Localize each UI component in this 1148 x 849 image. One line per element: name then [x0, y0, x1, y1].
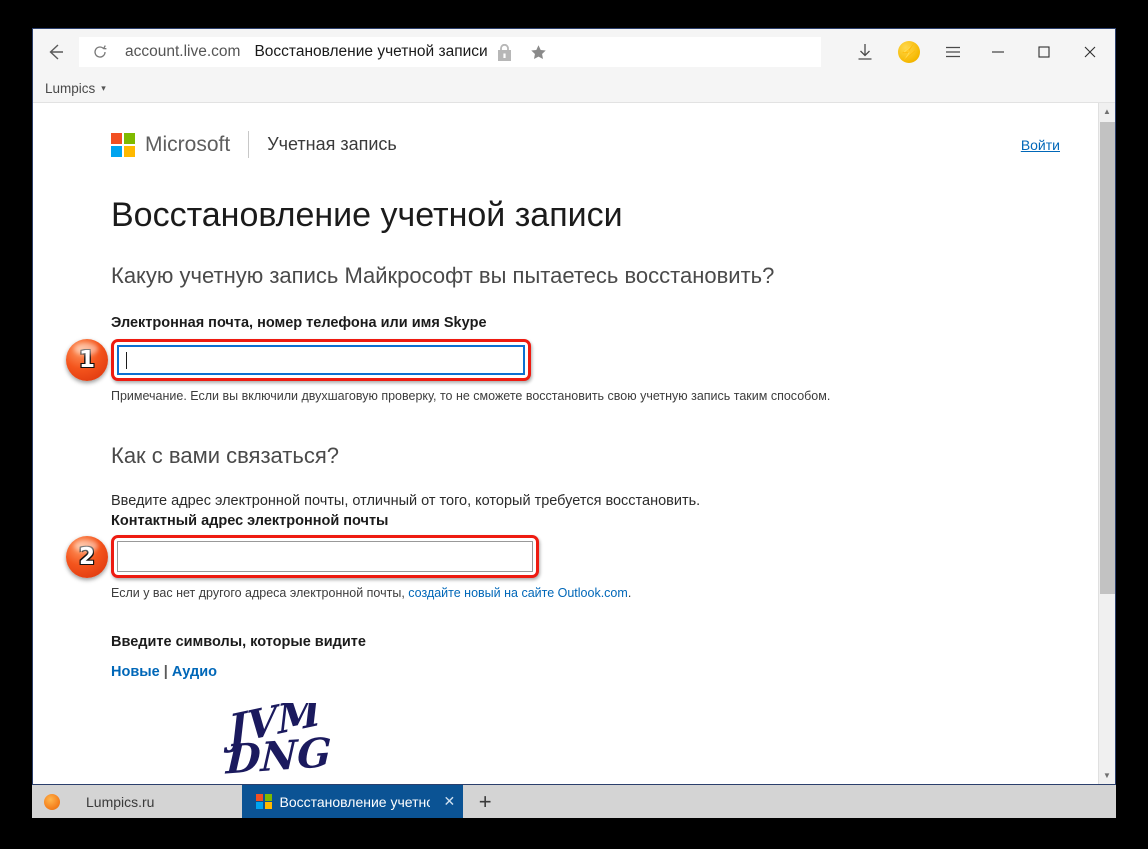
url-page-title: Восстановление учетной записи — [254, 43, 488, 60]
orange-site-icon[interactable] — [32, 785, 72, 818]
browser-window: account.live.com Восстановление учетной … — [32, 28, 1116, 785]
tab-bar: Lumpics.ru Восстановление учетной ✕ + — [32, 785, 1116, 818]
tab-active-label: Восстановление учетной — [279, 793, 430, 810]
signin-link[interactable]: Войти — [1021, 137, 1060, 153]
contact-field-note: Если у вас нет другого адреса электронно… — [111, 586, 1098, 600]
account-field-highlight: 1 — [66, 339, 531, 381]
scrollbar-thumb[interactable] — [1099, 122, 1115, 595]
header-divider — [248, 131, 250, 158]
contact-field-label: Контактный адрес электронной почты — [111, 513, 389, 529]
tab-close-icon[interactable]: ✕ — [444, 793, 456, 810]
header-subtitle: Учетная запись — [267, 134, 397, 154]
microsoft-wordmark: Microsoft — [145, 132, 231, 156]
microsoft-header: Microsoft Учетная запись Войти — [111, 103, 1098, 158]
microsoft-logo-icon — [111, 132, 135, 157]
web-page: Microsoft Учетная запись Войти Восстанов… — [33, 103, 1098, 784]
star-icon[interactable] — [522, 37, 556, 67]
captcha-image: JVM DNG — [209, 702, 421, 780]
tab-lumpics-label: Lumpics.ru — [86, 793, 155, 810]
tab-account-recovery[interactable]: Восстановление учетной ✕ — [242, 785, 464, 818]
screen: account.live.com Восстановление учетной … — [0, 0, 1148, 849]
microsoft-favicon-icon — [256, 793, 272, 810]
text-caret — [126, 351, 127, 369]
orange-dot-glyph — [44, 793, 60, 810]
captcha-new-link[interactable]: Новые — [111, 664, 160, 680]
section2-heading: Как с вами связаться? — [111, 443, 339, 468]
section2-description: Введите адрес электронной почты, отличны… — [111, 493, 701, 509]
hamburger-menu-icon[interactable] — [931, 30, 975, 74]
content-area: Microsoft Учетная запись Войти Восстанов… — [33, 103, 1115, 784]
browser-toolbar: account.live.com Восстановление учетной … — [33, 29, 1115, 75]
lightning-bolt-icon[interactable]: ⚡ — [887, 30, 931, 74]
captcha-label: Введите символы, которые видите — [111, 634, 366, 650]
contact-field-highlight: 2 — [66, 535, 539, 578]
scroll-down-arrow[interactable]: ▼ — [1099, 767, 1116, 784]
new-tab-button[interactable]: + — [463, 785, 507, 818]
reload-icon[interactable] — [87, 39, 113, 65]
bookmarks-bar: Lumpics ▾ — [33, 75, 1115, 103]
step-badge-1: 1 — [66, 339, 108, 381]
tab-lumpics[interactable]: Lumpics.ru — [72, 785, 242, 818]
bolt-glyph: ⚡ — [898, 41, 920, 63]
section1-heading: Какую учетную запись Майкрософт вы пытае… — [111, 263, 775, 288]
captcha-glyphs: JVM DNG — [220, 703, 332, 779]
svg-text:DNG: DNG — [224, 729, 332, 779]
url-domain: account.live.com — [125, 43, 241, 60]
account-field-note: Примечание. Если вы включили двухшаговую… — [111, 389, 831, 403]
vertical-scrollbar[interactable]: ▲ ▼ — [1098, 103, 1115, 784]
captcha-links: Новые | Аудио — [111, 664, 1098, 680]
address-bar[interactable]: account.live.com Восстановление учетной … — [79, 37, 821, 67]
scrollbar-track[interactable] — [1099, 120, 1116, 767]
captcha-separator: | — [163, 664, 168, 680]
address-bar-right-icons — [487, 37, 569, 67]
bookmark-label: Lumpics — [45, 81, 96, 96]
chevron-down-icon: ▾ — [101, 83, 106, 93]
contact-note-suffix: . — [627, 586, 632, 600]
contact-note-prefix: Если у вас нет другого адреса электронно… — [111, 586, 409, 600]
close-button[interactable] — [1067, 30, 1113, 74]
minimize-button[interactable] — [975, 30, 1021, 74]
step-badge-2: 2 — [66, 535, 108, 578]
captcha-audio-link[interactable]: Аудио — [172, 664, 217, 680]
account-field-label: Электронная почта, номер телефона или им… — [111, 315, 487, 331]
contact-email-input[interactable] — [117, 541, 533, 572]
create-outlook-link[interactable]: создайте новый на сайте Outlook.com — [408, 586, 628, 600]
scroll-up-arrow[interactable]: ▲ — [1099, 103, 1116, 120]
back-button[interactable] — [33, 30, 77, 74]
maximize-button[interactable] — [1021, 30, 1067, 74]
toolbar-icons: ⚡ — [843, 30, 1113, 74]
bookmark-item-lumpics[interactable]: Lumpics ▾ — [45, 81, 106, 96]
account-input[interactable] — [117, 345, 525, 375]
download-icon[interactable] — [843, 30, 887, 74]
lock-icon[interactable] — [488, 37, 522, 67]
page-title: Восстановление учетной записи — [111, 196, 623, 234]
